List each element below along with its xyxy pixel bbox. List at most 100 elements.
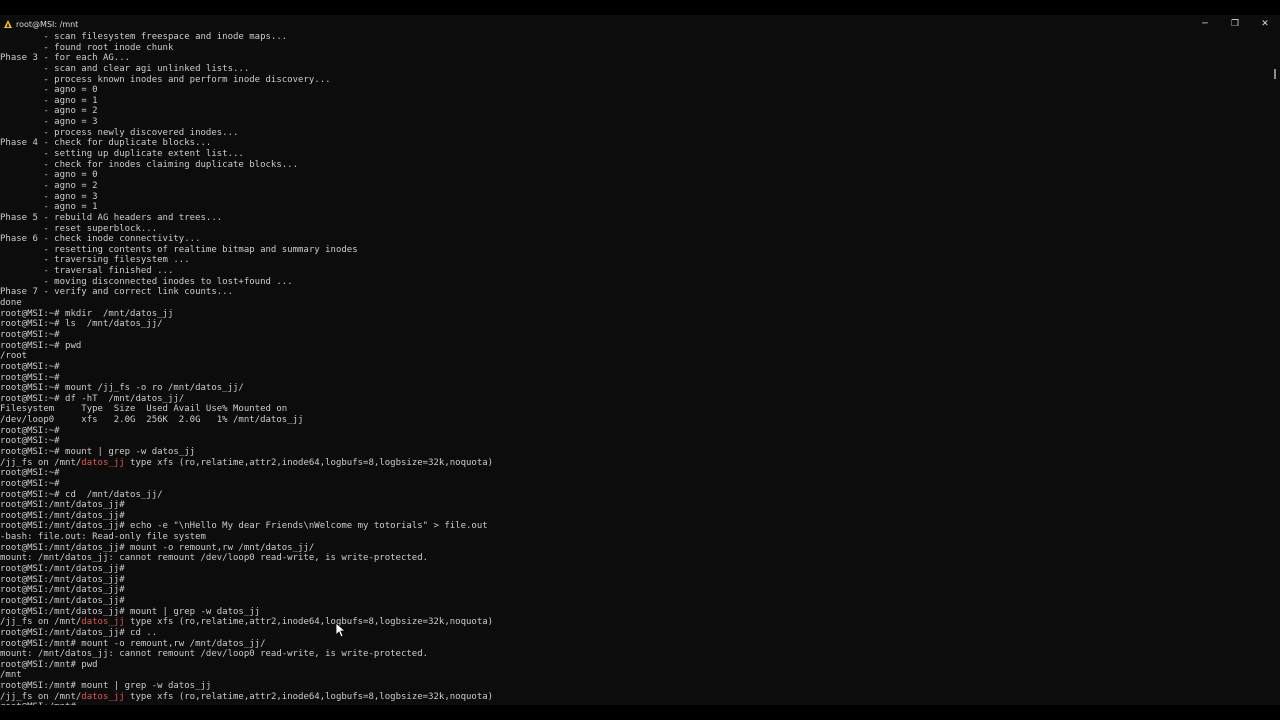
letterbox-bottom <box>0 705 1280 720</box>
terminal-line: - agno = 1 <box>0 96 1270 107</box>
terminal-line: root@MSI:~# ls /mnt/datos_jj/ <box>0 319 1270 330</box>
terminal-text: - agno = 1 <box>0 202 98 213</box>
terminal-line: - scan filesystem freespace and inode ma… <box>0 32 1270 43</box>
terminal-text: - resetting contents of realtime bitmap … <box>0 244 358 255</box>
terminal-output[interactable]: - scan filesystem freespace and inode ma… <box>0 32 1270 706</box>
terminal-text: /mnt <box>0 670 22 681</box>
terminal-text: type xfs (ro,relatime,attr2,inode64,logb… <box>124 617 494 628</box>
terminal-line: - traversing filesystem ... <box>0 255 1270 266</box>
terminal-text: /jj_fs on /mnt/ <box>0 617 82 628</box>
mouse-pointer-icon <box>336 623 347 638</box>
terminal-line: - agno = 0 <box>0 85 1270 96</box>
terminal-text: /dev/loop0 xfs 2.0G 256K 2.0G 1% /mnt/da… <box>0 415 304 426</box>
terminal-line: root@MSI:~# <box>0 436 1270 447</box>
terminal-line: - agno = 3 <box>0 192 1270 203</box>
terminal-text: - agno = 3 <box>0 117 98 128</box>
terminal-text: - moving disconnected inodes to lost+fou… <box>0 276 293 287</box>
terminal-line: /jj_fs on /mnt/datos_jj type xfs (ro,rel… <box>0 692 1270 703</box>
terminal-text: Phase 5 - rebuild AG headers and trees..… <box>0 212 223 223</box>
terminal-line: root@MSI:/mnt/datos_jj# cd .. <box>0 628 1270 639</box>
terminal-text: - scan and clear agi unlinked lists... <box>0 63 250 74</box>
terminal-text: root@MSI:~# mkdir /mnt/datos_jj <box>0 308 174 319</box>
terminal-text: Phase 7 - verify and correct link counts… <box>0 287 233 298</box>
terminal-line: root@MSI:/mnt/datos_jj# echo -e "\nHello… <box>0 521 1270 532</box>
terminal-text: root@MSI:~# mount /jj_fs -o ro /mnt/dato… <box>0 383 244 394</box>
terminal-text: root@MSI:~# <box>0 478 60 489</box>
terminal-text: - traversing filesystem ... <box>0 255 190 266</box>
terminal-text: - reset superblock... <box>0 223 158 234</box>
terminal-line: - agno = 0 <box>0 170 1270 181</box>
terminal-line: Phase 4 - check for duplicate blocks... <box>0 138 1270 149</box>
terminal-text: root@MSI:/mnt# pwd <box>0 659 98 670</box>
terminal-line: root@MSI:~# <box>0 468 1270 479</box>
terminal-line: - resetting contents of realtime bitmap … <box>0 245 1270 256</box>
linux-penguin-icon <box>4 20 12 28</box>
terminal-line: root@MSI:/mnt/datos_jj# mount -o remount… <box>0 543 1270 554</box>
terminal-line: /dev/loop0 xfs 2.0G 256K 2.0G 1% /mnt/da… <box>0 415 1270 426</box>
terminal-line: root@MSI:~# <box>0 362 1270 373</box>
terminal-screen: root@MSI: /mnt ─ ❐ ✕ - scan filesystem f… <box>0 0 1280 720</box>
terminal-text: /jj_fs on /mnt/ <box>0 457 82 468</box>
terminal-text: root@MSI:/mnt/datos_jj# <box>0 585 125 596</box>
terminal-line: - check for inodes claiming duplicate bl… <box>0 160 1270 171</box>
window-titlebar[interactable]: root@MSI: /mnt ─ ❐ ✕ <box>0 15 1280 33</box>
terminal-line: root@MSI:~# df -hT /mnt/datos_jj/ <box>0 394 1270 405</box>
terminal-text: -bash: file.out: Read-only file system <box>0 532 206 543</box>
terminal-text: Filesystem Type Size Used Avail Use% Mou… <box>0 404 288 415</box>
window-controls: ─ ❐ ✕ <box>1190 15 1280 33</box>
scrollbar-thumb[interactable] <box>1274 69 1276 79</box>
terminal-line: root@MSI:~# mount /jj_fs -o ro /mnt/dato… <box>0 383 1270 394</box>
terminal-text: - agno = 3 <box>0 191 98 202</box>
terminal-text: root@MSI:/mnt/datos_jj# mount | grep -w … <box>0 606 261 617</box>
minimize-button[interactable]: ─ <box>1190 15 1220 33</box>
terminal-line: Phase 6 - check inode connectivity... <box>0 234 1270 245</box>
terminal-text: root@MSI:/mnt# mount -o remount,rw /mnt/… <box>0 638 266 649</box>
terminal-line: root@MSI:/mnt/datos_jj# <box>0 564 1270 575</box>
terminal-line: Phase 5 - rebuild AG headers and trees..… <box>0 213 1270 224</box>
terminal-text: type xfs (ro,relatime,attr2,inode64,logb… <box>124 691 494 702</box>
terminal-text: - process newly discovered inodes... <box>0 127 239 138</box>
terminal-text: root@MSI:/mnt/datos_jj# <box>0 510 125 521</box>
terminal-line: - agno = 2 <box>0 106 1270 117</box>
terminal-text: root@MSI:/mnt/datos_jj# <box>0 500 125 511</box>
terminal-text: type xfs (ro,relatime,attr2,inode64,logb… <box>124 457 494 468</box>
terminal-line: - scan and clear agi unlinked lists... <box>0 64 1270 75</box>
terminal-text: mount: /mnt/datos_jj: cannot remount /de… <box>0 649 429 660</box>
terminal-line: /jj_fs on /mnt/datos_jj type xfs (ro,rel… <box>0 617 1270 628</box>
terminal-line: - agno = 2 <box>0 181 1270 192</box>
terminal-text: /root <box>0 351 28 362</box>
terminal-text: - agno = 0 <box>0 85 98 96</box>
terminal-line: root@MSI:~# <box>0 330 1270 341</box>
terminal-line: - process newly discovered inodes... <box>0 128 1270 139</box>
terminal-line: mount: /mnt/datos_jj: cannot remount /de… <box>0 649 1270 660</box>
window-title: root@MSI: /mnt <box>16 19 79 29</box>
terminal-text: - process known inodes and perform inode… <box>0 74 331 85</box>
terminal-line: root@MSI:/mnt/datos_jj# <box>0 596 1270 607</box>
terminal-text: - setting up duplicate extent list... <box>0 149 244 160</box>
terminal-text: - scan filesystem freespace and inode ma… <box>0 32 288 42</box>
terminal-text: root@MSI:~# cd /mnt/datos_jj/ <box>0 489 163 500</box>
terminal-line: root@MSI:/mnt# mount -o remount,rw /mnt/… <box>0 639 1270 650</box>
terminal-text: Phase 6 - check inode connectivity... <box>0 234 201 245</box>
terminal-text: Phase 3 - for each AG... <box>0 53 131 64</box>
terminal-text: root@MSI:/mnt# mount | grep -w datos_jj <box>0 681 212 692</box>
terminal-line: - setting up duplicate extent list... <box>0 149 1270 160</box>
maximize-button[interactable]: ❐ <box>1220 15 1250 33</box>
terminal-text: root@MSI:~# pwd <box>0 340 82 351</box>
terminal-line: - agno = 1 <box>0 202 1270 213</box>
terminal-text: - agno = 0 <box>0 170 98 181</box>
terminal-line: root@MSI:/mnt/datos_jj# <box>0 500 1270 511</box>
scrollbar[interactable] <box>1270 33 1280 705</box>
terminal-line: root@MSI:~# mount | grep -w datos_jj <box>0 447 1270 458</box>
terminal-line: root@MSI:~# pwd <box>0 341 1270 352</box>
close-button[interactable]: ✕ <box>1250 15 1280 33</box>
terminal-line: - process known inodes and perform inode… <box>0 75 1270 86</box>
terminal-line: root@MSI:/mnt/datos_jj# <box>0 585 1270 596</box>
terminal-text: - check for inodes claiming duplicate bl… <box>0 159 299 170</box>
terminal-line: - moving disconnected inodes to lost+fou… <box>0 277 1270 288</box>
terminal-text: root@MSI:/mnt/datos_jj# <box>0 595 125 606</box>
terminal-text: root@MSI:/mnt/datos_jj# <box>0 564 125 575</box>
terminal-line: /mnt <box>0 670 1270 681</box>
terminal-text: root@MSI:~# mount | grep -w datos_jj <box>0 446 196 457</box>
terminal-text: root@MSI:~# <box>0 372 60 383</box>
